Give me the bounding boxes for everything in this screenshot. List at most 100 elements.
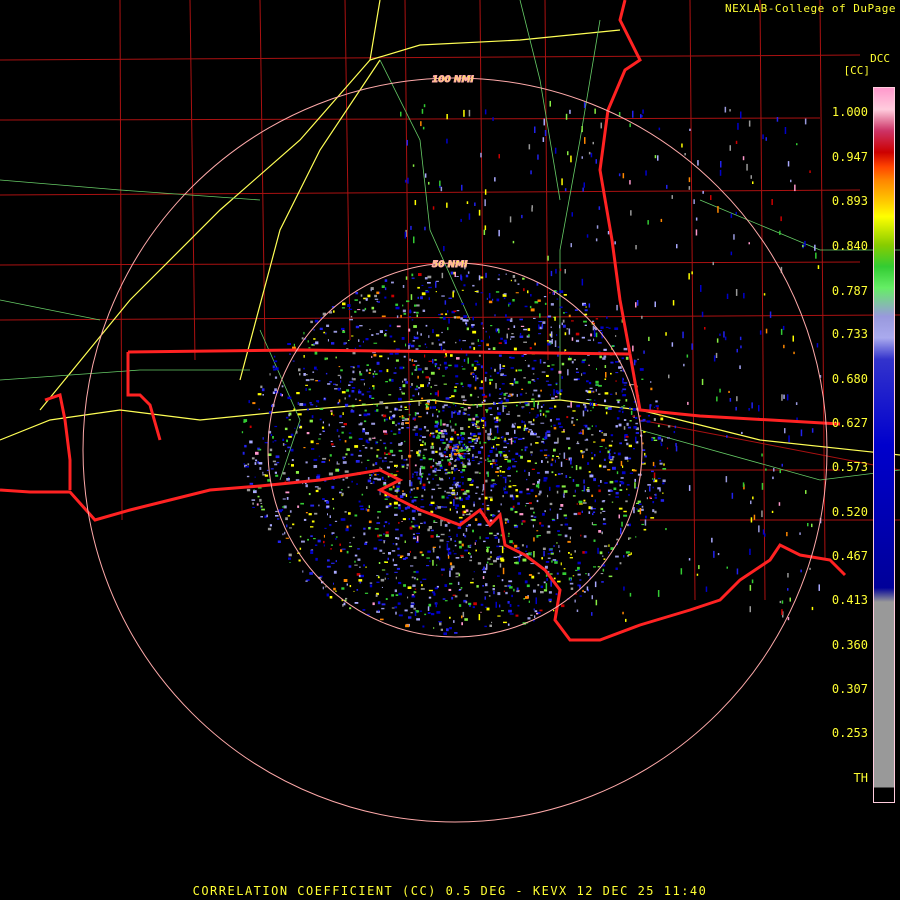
echo-gate xyxy=(437,469,441,471)
echo-gate xyxy=(469,510,473,512)
echo-gate xyxy=(435,400,437,404)
echo-gate xyxy=(409,490,411,494)
echo-gate xyxy=(805,490,807,494)
echo-gate xyxy=(531,379,535,381)
echo-gate xyxy=(460,447,463,449)
product-caption: CORRELATION COEFFICIENT (CC) 0.5 DEG - K… xyxy=(192,884,708,898)
echo-gate xyxy=(520,455,523,459)
echo-gate xyxy=(435,603,437,608)
echo-gate xyxy=(399,366,404,370)
echo-gate xyxy=(444,524,448,527)
echo-gate xyxy=(450,425,452,429)
echo-gate xyxy=(517,283,520,285)
echo-gate xyxy=(525,502,529,504)
echo-gate xyxy=(305,384,308,386)
echo-gate xyxy=(404,418,408,421)
echo-gate xyxy=(783,344,785,349)
echo-gate xyxy=(480,339,484,342)
echo-gate xyxy=(781,600,784,604)
echo-gate xyxy=(524,469,526,472)
echo-gate xyxy=(494,536,498,539)
echo-gate xyxy=(681,143,683,148)
echo-gate xyxy=(291,464,294,467)
echo-gate xyxy=(447,443,450,448)
echo-gate xyxy=(516,394,518,397)
echo-gate xyxy=(596,368,597,370)
echo-gate xyxy=(414,471,419,473)
echo-gate xyxy=(409,550,411,553)
echo-gate xyxy=(408,403,411,406)
echo-gate xyxy=(405,557,408,559)
echo-gate xyxy=(490,367,493,370)
echo-gate xyxy=(311,415,314,419)
echo-gate xyxy=(449,582,453,585)
echo-gate xyxy=(340,369,343,372)
echo-gate xyxy=(363,420,367,423)
echo-gate xyxy=(512,485,517,487)
echo-gate xyxy=(477,463,480,465)
echo-gate xyxy=(497,592,501,596)
echo-gate xyxy=(330,548,332,550)
echo-gate xyxy=(630,384,634,386)
echo-gate xyxy=(472,404,475,406)
echo-gate xyxy=(376,575,378,577)
echo-gate xyxy=(542,547,546,550)
echo-gate xyxy=(494,436,497,439)
echo-gate xyxy=(376,441,379,443)
echo-gate xyxy=(369,328,371,330)
echo-gate xyxy=(524,446,528,449)
echo-gate xyxy=(556,513,559,520)
echo-gate xyxy=(348,384,351,386)
echo-gate xyxy=(418,345,421,347)
echo-gate xyxy=(735,289,738,296)
echo-gate xyxy=(404,609,408,612)
echo-gate xyxy=(330,412,333,416)
echo-gate xyxy=(561,604,565,608)
echo-gate xyxy=(377,516,379,519)
echo-gate xyxy=(427,528,430,532)
echo-gate xyxy=(549,100,551,107)
echo-gate xyxy=(305,580,308,582)
echo-gate xyxy=(310,440,314,444)
echo-gate xyxy=(528,421,532,424)
echo-gate xyxy=(590,506,593,510)
echo-gate xyxy=(459,545,462,549)
echo-gate xyxy=(354,514,358,517)
echo-gate xyxy=(530,308,535,312)
echo-gate xyxy=(411,319,414,321)
echo-gate xyxy=(582,372,586,375)
echo-gate xyxy=(629,406,631,409)
echo-gate xyxy=(408,414,411,416)
echo-gate xyxy=(637,500,641,503)
echo-gate xyxy=(469,386,471,389)
echo-gate xyxy=(321,426,325,429)
echo-gate xyxy=(418,416,422,418)
echo-gate xyxy=(654,465,656,468)
echo-gate xyxy=(336,461,338,465)
echo-gate xyxy=(545,457,548,459)
echo-gate xyxy=(299,425,302,429)
echo-gate xyxy=(438,621,442,623)
echo-gate xyxy=(516,404,518,407)
echo-gate xyxy=(310,535,313,537)
colorbar-tick-label: 0.520 xyxy=(831,505,868,519)
echo-gate xyxy=(627,460,629,462)
echo-gate xyxy=(603,355,607,358)
road xyxy=(0,179,261,201)
echo-gate xyxy=(463,359,466,362)
echo-gate xyxy=(556,298,559,300)
echo-gate xyxy=(508,580,513,583)
echo-gate xyxy=(464,413,467,415)
echo-gate xyxy=(556,485,560,488)
echo-gate xyxy=(309,402,312,404)
echo-gate xyxy=(425,403,428,406)
echo-gate xyxy=(615,335,617,337)
echo-gate xyxy=(505,392,508,394)
echo-gate xyxy=(534,342,536,346)
echo-gate xyxy=(491,464,494,469)
echo-gate xyxy=(489,375,492,377)
echo-gate xyxy=(730,251,733,256)
echo-gate xyxy=(526,478,528,481)
echo-gate xyxy=(385,534,389,537)
echo-gate xyxy=(701,378,704,385)
